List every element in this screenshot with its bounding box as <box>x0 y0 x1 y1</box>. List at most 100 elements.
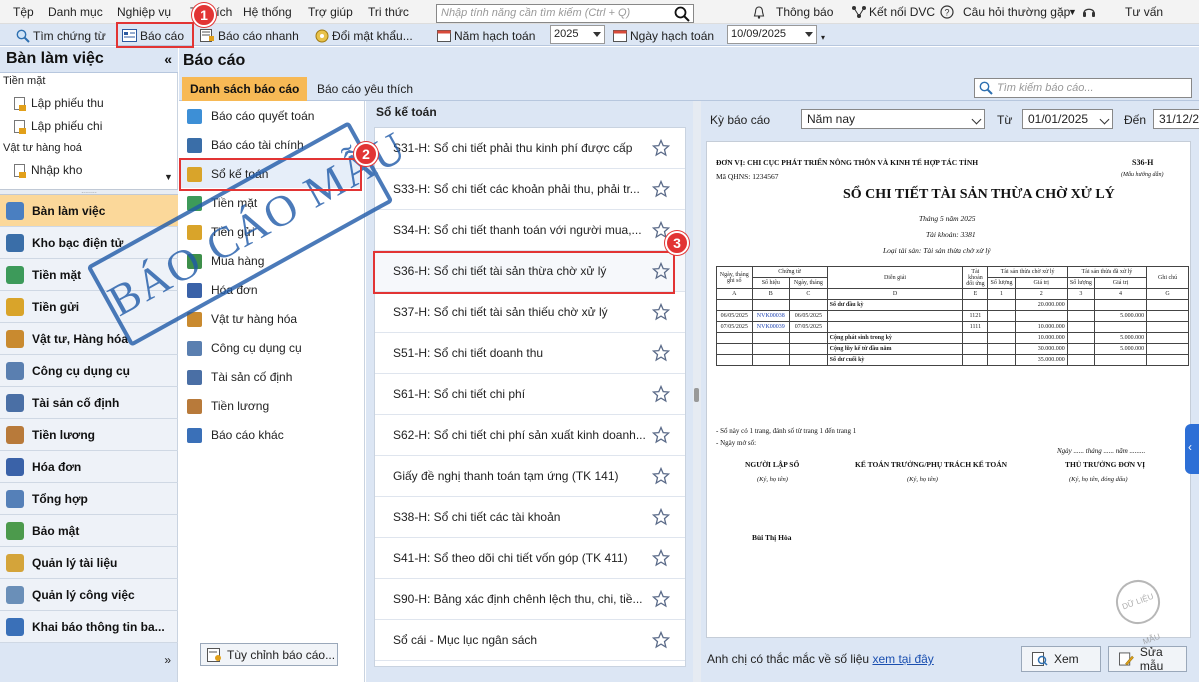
paper-cell-note <box>1146 310 1189 322</box>
sidebar-item-security[interactable]: Bảo mật <box>0 515 178 547</box>
menu-file[interactable]: Tệp <box>13 5 34 19</box>
category-tools[interactable]: Công cụ dụng cụ <box>181 334 361 362</box>
fiscal-year-select[interactable]: 2025 <box>550 25 605 44</box>
report-list-header: Sổ kế toán <box>366 101 693 123</box>
report-item[interactable]: S41-H: Sổ theo dõi chi tiết vốn góp (TK … <box>375 538 685 579</box>
category-pie-chart[interactable]: Báo cáo quyết toán <box>181 102 361 130</box>
category-goods[interactable]: Vật tư hàng hóa <box>181 305 361 333</box>
faq-link[interactable]: Câu hỏi thường gặp <box>963 5 1070 19</box>
report-item[interactable]: S37-H: Sổ chi tiết tài sản thiếu chờ xử … <box>375 292 685 333</box>
menu-system[interactable]: Hệ thống <box>243 5 292 19</box>
report-item[interactable]: Giấy đề nghị thanh toán tạm ứng (TK 141) <box>375 456 685 497</box>
report-item[interactable]: S90-H: Bảng xác định chênh lệch thu, chi… <box>375 579 685 620</box>
menu-operations[interactable]: Nghiệp vụ <box>117 5 171 19</box>
posting-date-input[interactable]: 10/09/2025 <box>727 25 817 44</box>
sidebar-item-desk[interactable]: Bàn làm việc <box>0 195 178 227</box>
report-search-input[interactable]: Tìm kiếm báo cáo... <box>974 78 1192 98</box>
period-select[interactable]: Năm nay <box>801 109 985 129</box>
connect-dvc-link[interactable]: Kết nối DVC <box>869 5 935 19</box>
report-item-label: S31-H: Sổ chi tiết phải thu kinh phí đượ… <box>393 141 633 155</box>
sidebar-item-asset[interactable]: Tài sản cố định <box>0 387 178 419</box>
report-item[interactable]: S38-H: Sổ chi tiết các tài khoản <box>375 497 685 538</box>
paper-cell <box>987 343 1016 355</box>
quick-item-receipt[interactable]: Lập phiếu thu <box>14 96 104 111</box>
paper-cell <box>716 354 753 366</box>
treasury-icon <box>6 233 24 252</box>
sidebar-item-salary[interactable]: Tiền lương <box>0 419 178 451</box>
customize-report-button[interactable]: Tùy chỉnh báo cáo... <box>200 643 338 666</box>
sidebar-item-tools[interactable]: Công cụ dụng cụ <box>0 355 178 387</box>
quick-item-stock-in[interactable]: Nhập kho <box>14 163 82 178</box>
paper-row: Cộng phát sinh trong kỳ 10.000.000 5.000.0… <box>716 332 1189 344</box>
sidebar-item-summary[interactable]: Tổng hợp <box>0 483 178 515</box>
sidebar-item-invoice[interactable]: Hóa đơn <box>0 451 178 483</box>
favorite-star-icon[interactable] <box>652 549 670 567</box>
splitter-grip-icon[interactable] <box>694 388 699 402</box>
favorite-star-icon[interactable] <box>652 467 670 485</box>
sidebar-item-label: Tiền lương <box>32 427 95 442</box>
favorite-star-icon[interactable] <box>652 631 670 649</box>
tab-favorite-reports[interactable]: Báo cáo yêu thích <box>309 77 421 101</box>
quick-report-button[interactable]: Báo cáo nhanh <box>200 27 299 44</box>
favorite-star-icon[interactable] <box>652 426 670 444</box>
view-button[interactable]: Xem <box>1021 646 1101 672</box>
report-item[interactable]: Sổ cái - Mục lục ngân sách <box>375 620 685 661</box>
favorite-star-icon[interactable] <box>652 139 670 157</box>
scroll-down-icon[interactable]: ▼ <box>164 172 173 182</box>
side-panel-toggle[interactable]: ‹ <box>1185 424 1199 474</box>
favorite-star-icon[interactable] <box>652 385 670 403</box>
question-link[interactable]: xem tại đây <box>872 652 933 666</box>
expand-more-icon[interactable]: » <box>164 653 171 667</box>
report-item-label: S90-H: Bảng xác định chênh lệch thu, chi… <box>393 592 643 606</box>
quick-item-payment[interactable]: Lập phiếu chi <box>14 119 102 134</box>
notifications-link[interactable]: Thông báo <box>776 5 833 19</box>
category-asset[interactable]: Tài sản cố định <box>181 363 361 391</box>
callout-box-ledger <box>179 158 362 191</box>
bell-icon[interactable] <box>753 6 765 19</box>
category-other-report[interactable]: Báo cáo khác <box>181 421 361 449</box>
change-password-button[interactable]: Đổi mật khẩu... <box>315 27 413 44</box>
tab-report-list[interactable]: Danh sách báo cáo <box>182 77 308 101</box>
report-item[interactable]: S62-H: Sổ chi tiết chi phí sản xuất kinh… <box>375 415 685 456</box>
tools-icon <box>6 361 24 380</box>
report-item[interactable]: S34-H: Sổ chi tiết thanh toán với người … <box>375 210 685 251</box>
edit-template-button[interactable]: Sửa mẫu <box>1108 645 1187 673</box>
paper-cell: 5.000.000 <box>1093 332 1148 344</box>
th-contra: Tài khoản đối ứng <box>962 266 989 289</box>
collapse-icon[interactable]: « <box>164 51 172 67</box>
to-date-input[interactable]: 31/12/2 <box>1153 109 1199 129</box>
callout-badge-2: 2 <box>354 142 378 166</box>
search-icon[interactable] <box>674 6 690 22</box>
menu-knowledge[interactable]: Tri thức <box>368 5 409 19</box>
panel-splitter[interactable] <box>693 101 701 682</box>
paper-cell <box>1093 354 1148 366</box>
find-voucher-button[interactable]: Tìm chứng từ <box>16 27 106 44</box>
fiscal-year-text: Năm hạch toán <box>454 28 536 43</box>
category-salary[interactable]: Tiền lương <box>181 392 361 420</box>
from-date-input[interactable]: 01/01/2025 <box>1022 109 1113 129</box>
favorite-star-icon[interactable] <box>652 344 670 362</box>
advisor-link[interactable]: Tư vấn <box>1125 5 1163 19</box>
paper-cell <box>987 310 1016 322</box>
report-item[interactable]: S33-H: Sổ chi tiết các khoản phải thu, p… <box>375 169 685 210</box>
paper-asset-type: Loại tài sản: Tài sản thừa chờ xử lý <box>883 246 991 255</box>
faq-dropdown-icon[interactable]: ▼ <box>1068 7 1077 17</box>
favorite-star-icon[interactable] <box>652 303 670 321</box>
sidebar-item-label: Quản lý công việc <box>32 587 135 602</box>
sidebar-item-tasks[interactable]: Quản lý công việc <box>0 579 178 611</box>
favorite-star-icon[interactable] <box>652 508 670 526</box>
favorite-star-icon[interactable] <box>652 180 670 198</box>
report-item[interactable]: S61-H: Sổ chi tiết chi phí <box>375 374 685 415</box>
report-item[interactable]: S31-H: Sổ chi tiết phải thu kinh phí đượ… <box>375 128 685 169</box>
calendar-icon <box>613 30 627 42</box>
sidebar-item-declaration[interactable]: Khai báo thông tin ba... <box>0 611 178 643</box>
toolbar-overflow-icon[interactable]: ▾ <box>821 33 825 42</box>
sidebar-item-documents[interactable]: Quản lý tài liệu <box>0 547 178 579</box>
favorite-star-icon[interactable] <box>652 590 670 608</box>
column-code-row: ABCDE1234G <box>716 288 1189 300</box>
menu-catalog[interactable]: Danh mục <box>48 5 103 19</box>
menu-help[interactable]: Trợ giúp <box>308 5 353 19</box>
sidebar-title: Bàn làm việc <box>6 50 104 67</box>
feature-search-input[interactable]: Nhập tính năng cần tìm kiếm (Ctrl + Q) <box>436 4 694 23</box>
report-item[interactable]: S51-H: Sổ chi tiết doanh thu <box>375 333 685 374</box>
